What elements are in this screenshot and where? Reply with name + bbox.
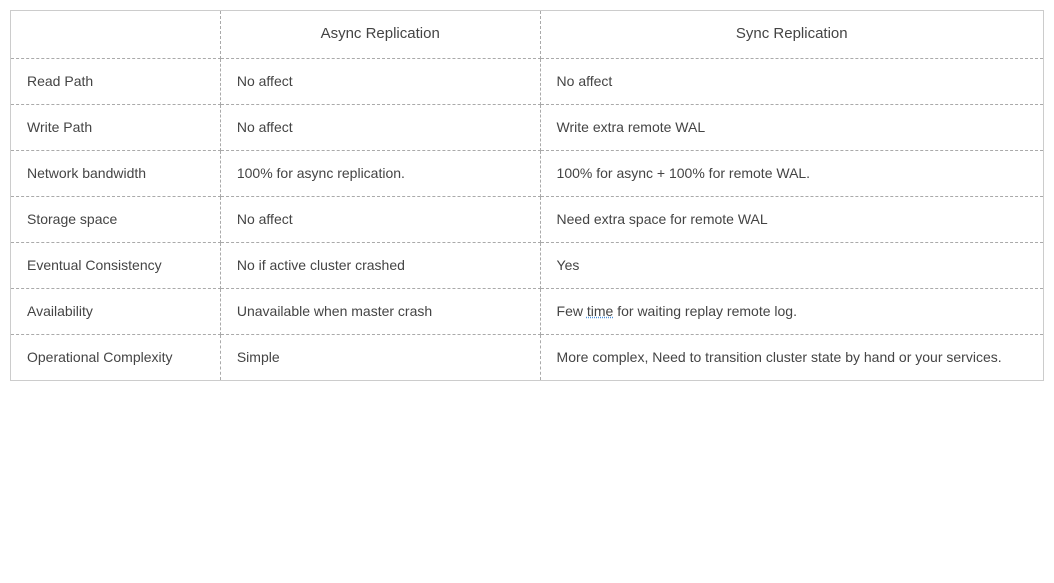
row-sync-value: Few time for waiting replay remote log. — [540, 288, 1043, 334]
row-label: Operational Complexity — [11, 334, 221, 380]
row-label: Network bandwidth — [11, 150, 221, 196]
row-async-value: Simple — [220, 334, 540, 380]
table-row: Eventual ConsistencyNo if active cluster… — [11, 242, 1044, 288]
row-async-value: No if active cluster crashed — [220, 242, 540, 288]
header-label — [11, 11, 221, 59]
row-label: Availability — [11, 288, 221, 334]
row-async-value: Unavailable when master crash — [220, 288, 540, 334]
table-row: Network bandwidth100% for async replicat… — [11, 150, 1044, 196]
table-row: AvailabilityUnavailable when master cras… — [11, 288, 1044, 334]
header-async: Async Replication — [220, 11, 540, 59]
row-sync-value: 100% for async + 100% for remote WAL. — [540, 150, 1043, 196]
row-sync-value: Write extra remote WAL — [540, 104, 1043, 150]
row-sync-value: Yes — [540, 242, 1043, 288]
row-async-value: 100% for async replication. — [220, 150, 540, 196]
row-async-value: No affect — [220, 104, 540, 150]
row-label: Write Path — [11, 104, 221, 150]
table-row: Operational ComplexitySimpleMore complex… — [11, 334, 1044, 380]
row-sync-value: Need extra space for remote WAL — [540, 196, 1043, 242]
table-row: Write PathNo affectWrite extra remote WA… — [11, 104, 1044, 150]
row-sync-value: No affect — [540, 58, 1043, 104]
row-label: Read Path — [11, 58, 221, 104]
table-row: Read PathNo affectNo affect — [11, 58, 1044, 104]
comparison-table: Async Replication Sync Replication Read … — [10, 10, 1044, 381]
header-sync: Sync Replication — [540, 11, 1043, 59]
row-async-value: No affect — [220, 58, 540, 104]
table-row: Storage spaceNo affectNeed extra space f… — [11, 196, 1044, 242]
underlined-word: time — [587, 303, 613, 319]
row-label: Storage space — [11, 196, 221, 242]
row-label: Eventual Consistency — [11, 242, 221, 288]
row-sync-value: More complex, Need to transition cluster… — [540, 334, 1043, 380]
row-async-value: No affect — [220, 196, 540, 242]
